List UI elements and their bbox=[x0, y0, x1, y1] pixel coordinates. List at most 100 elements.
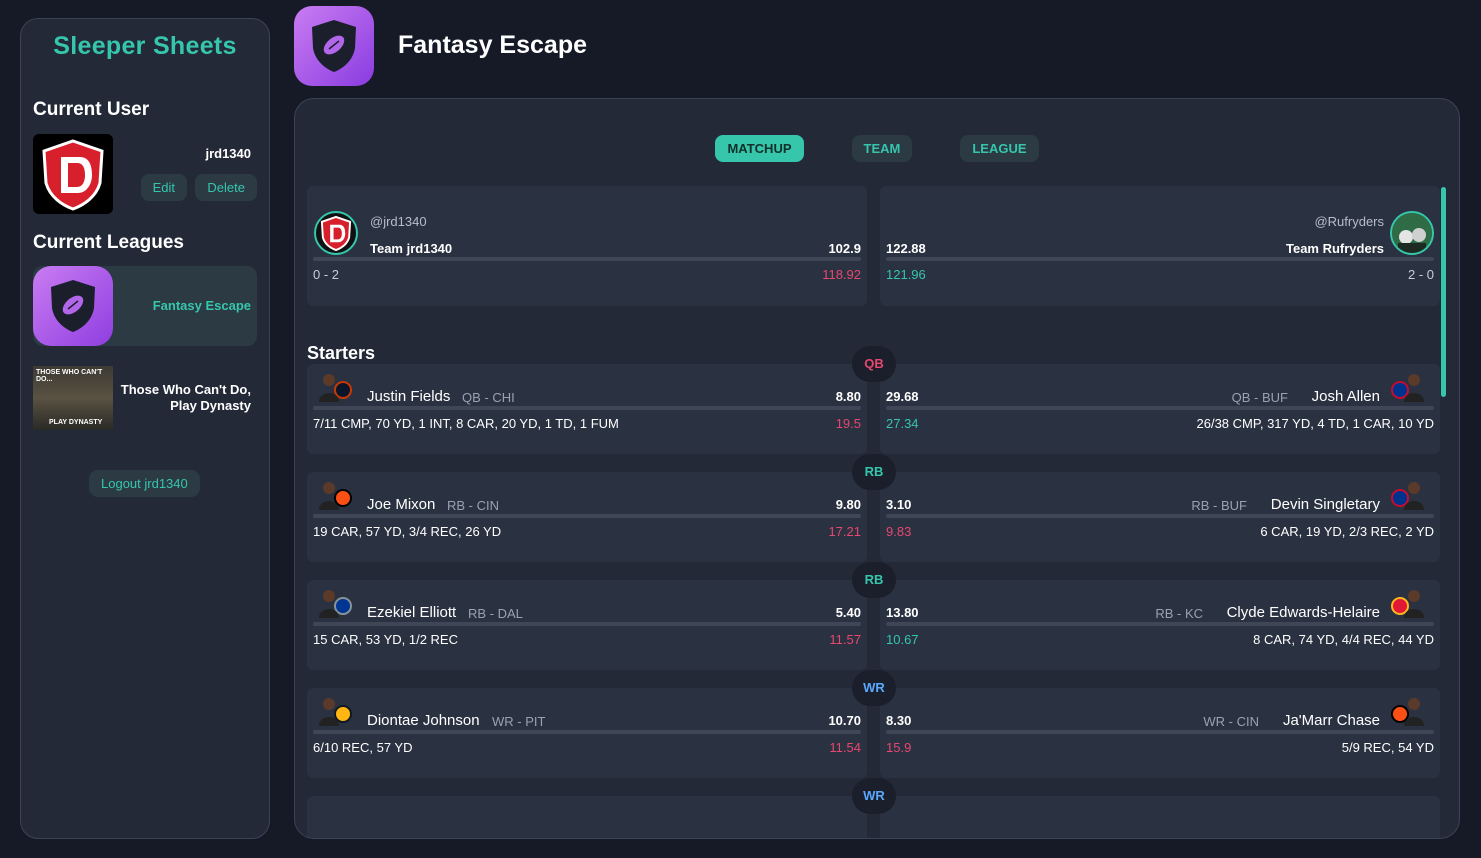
league-name: Fantasy Escape bbox=[152, 298, 251, 313]
starter-card-left: Joe Mixon RB - CIN 9.80 19 CAR, 57 YD, 3/4 … bbox=[307, 472, 867, 562]
league-icon bbox=[33, 266, 113, 346]
player-name[interactable]: Diontae Johnson bbox=[367, 712, 480, 729]
team-name: Team jrd1340 bbox=[370, 241, 453, 256]
position-badge: WR bbox=[852, 670, 896, 706]
player-name[interactable]: Ezekiel Elliott bbox=[367, 604, 456, 621]
tab-league[interactable]: LEAGUE bbox=[960, 135, 1039, 162]
player-stats: 6/10 REC, 57 YD bbox=[313, 740, 413, 755]
app-title: Sleeper Sheets bbox=[53, 32, 237, 60]
league-item-fantasy-escape[interactable]: Fantasy Escape bbox=[33, 266, 257, 346]
player-headshot-icon bbox=[1391, 374, 1424, 402]
player-headshot bbox=[315, 586, 355, 618]
tab-bar: MATCHUP TEAM LEAGUE bbox=[295, 135, 1459, 162]
player-position-team: QB - CHI bbox=[462, 390, 515, 405]
points-bar bbox=[886, 514, 1434, 518]
player-headshot-icon bbox=[1391, 482, 1424, 510]
player-stats: 19 CAR, 57 YD, 3/4 REC, 26 YD bbox=[313, 524, 502, 539]
starter-card-right: Devin Singletary RB - BUF 3.10 9.83 6 CAR, 1… bbox=[880, 472, 1440, 562]
delete-button[interactable]: Delete bbox=[195, 174, 257, 201]
score-bar bbox=[313, 257, 861, 261]
team-avatar bbox=[1390, 211, 1434, 255]
points-bar bbox=[313, 730, 861, 734]
player-name[interactable]: Devin Singletary bbox=[1271, 496, 1380, 513]
player-position-team: QB - BUF bbox=[1231, 390, 1288, 405]
position-badge: RB bbox=[852, 562, 896, 598]
player-position-team: RB - CIN bbox=[447, 498, 499, 513]
starter-card-right: Josh Allen QB - BUF 29.68 27.34 26/38 CMP, 3… bbox=[880, 364, 1440, 454]
team-name: Team Rufryders bbox=[1285, 241, 1384, 256]
player-stats: 5/9 REC, 54 YD bbox=[1341, 740, 1434, 755]
player-projected: 10.67 bbox=[886, 632, 919, 647]
player-stats: 26/38 CMP, 317 YD, 4 TD, 1 CAR, 10 YD bbox=[1196, 416, 1435, 431]
player-headshot-icon bbox=[319, 590, 352, 618]
team-avatar bbox=[314, 211, 358, 255]
player-name[interactable]: Josh Allen bbox=[1312, 388, 1380, 405]
starter-card-left: Ezekiel Elliott RB - DAL 5.40 15 CAR, 53 YD… bbox=[307, 580, 867, 670]
current-leagues-heading: Current Leagues bbox=[33, 232, 184, 253]
current-user-heading: Current User bbox=[33, 99, 150, 120]
team-record: 0 - 2 bbox=[313, 267, 340, 282]
points-bar bbox=[886, 730, 1434, 734]
player-position-team: RB - KC bbox=[1155, 606, 1203, 621]
player-position-team: WR - PIT bbox=[492, 714, 546, 729]
player-projected: 11.54 bbox=[829, 740, 861, 755]
player-headshot-icon bbox=[1391, 698, 1424, 726]
player-points: 13.80 bbox=[886, 605, 919, 620]
points-bar bbox=[313, 406, 861, 410]
edit-button[interactable]: Edit bbox=[140, 174, 187, 201]
player-points: 9.80 bbox=[835, 497, 861, 512]
starter-card-left: Diontae Johnson WR - PIT 10.70 6/10 REC, 57… bbox=[307, 688, 867, 778]
player-name[interactable]: Justin Fields bbox=[367, 388, 450, 405]
points-bar bbox=[313, 514, 861, 518]
player-name[interactable]: Ja'Marr Chase bbox=[1283, 712, 1380, 729]
player-projected: 17.21 bbox=[828, 524, 861, 539]
player-headshot bbox=[1388, 478, 1428, 510]
points-bar bbox=[886, 406, 1434, 410]
player-stats: 6 CAR, 19 YD, 2/3 REC, 2 YD bbox=[1260, 524, 1434, 539]
player-name[interactable]: Joe Mixon bbox=[367, 496, 435, 513]
tab-matchup[interactable]: MATCHUP bbox=[715, 135, 804, 162]
player-headshot-icon bbox=[1391, 590, 1424, 618]
player-points: 29.68 bbox=[886, 389, 919, 404]
league-header-icon bbox=[294, 6, 374, 86]
starter-card-right: Clyde Edwards-Helaire RB - KC 13.80 10.67 8 … bbox=[880, 580, 1440, 670]
football-shield-icon bbox=[51, 280, 95, 332]
player-headshot-icon bbox=[319, 698, 352, 726]
tab-team[interactable]: TEAM bbox=[851, 135, 913, 162]
player-projected: 19.5 bbox=[835, 416, 861, 431]
matchup-card-right: @Rufryders Team Rufryders 122.88 121.96 … bbox=[880, 186, 1440, 306]
team-avatar-image-icon bbox=[1392, 213, 1432, 253]
user-avatar bbox=[33, 134, 113, 214]
red-wings-logo-icon bbox=[42, 139, 104, 211]
player-headshot-icon bbox=[319, 482, 352, 510]
player-name[interactable]: Clyde Edwards-Helaire bbox=[1227, 604, 1380, 621]
scrollbar-thumb[interactable] bbox=[1441, 187, 1446, 397]
team-score: 102.9 bbox=[828, 241, 861, 256]
player-headshot bbox=[1388, 370, 1428, 402]
player-points: 5.40 bbox=[835, 605, 861, 620]
player-projected: 11.57 bbox=[829, 632, 861, 647]
player-points: 10.70 bbox=[828, 713, 861, 728]
team-record: 2 - 0 bbox=[1407, 267, 1434, 282]
player-projected: 9.83 bbox=[886, 524, 912, 539]
current-user-row: jrd1340 Edit Delete bbox=[33, 134, 257, 214]
team-projected: 121.96 bbox=[886, 267, 926, 282]
red-wings-logo-icon bbox=[320, 215, 352, 251]
player-points: 3.10 bbox=[886, 497, 912, 512]
team-projected: 118.92 bbox=[822, 267, 861, 282]
player-projected: 15.9 bbox=[886, 740, 912, 755]
player-stats: 8 CAR, 74 YD, 4/4 REC, 44 YD bbox=[1253, 632, 1434, 647]
league-item-those-who-cant-do[interactable]: THOSE WHO CAN'T DO... PLAY DYNASTY Those… bbox=[33, 358, 257, 438]
player-stats: 15 CAR, 53 YD, 1/2 REC bbox=[313, 632, 458, 647]
player-position-team: WR - CIN bbox=[1203, 714, 1259, 729]
starters-heading: Starters bbox=[307, 343, 376, 363]
score-bar bbox=[886, 257, 1434, 261]
player-headshot bbox=[1388, 586, 1428, 618]
main-panel: MATCHUP TEAM LEAGUE @jrd1340 Team jrd134… bbox=[294, 98, 1460, 839]
player-headshot bbox=[1388, 694, 1428, 726]
player-stats: 7/11 CMP, 70 YD, 1 INT, 8 CAR, 20 YD, 1 … bbox=[313, 416, 619, 431]
logout-button[interactable]: Logout jrd1340 bbox=[89, 470, 200, 497]
football-shield-icon bbox=[312, 20, 356, 72]
player-headshot bbox=[315, 370, 355, 402]
player-headshot bbox=[315, 478, 355, 510]
